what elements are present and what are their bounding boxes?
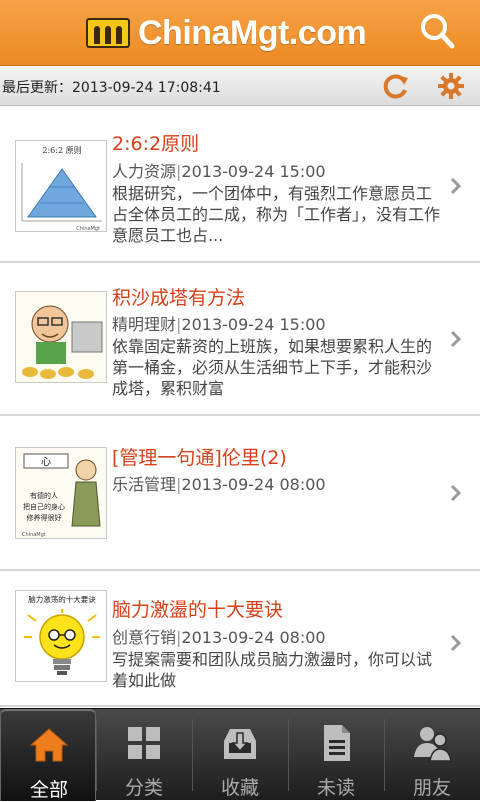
inbox-icon bbox=[224, 729, 256, 759]
refresh-button[interactable] bbox=[382, 72, 410, 100]
chevron-right-icon bbox=[450, 634, 462, 652]
article-category: 精明理财 bbox=[112, 315, 177, 334]
article-category: 人力资源 bbox=[112, 162, 177, 181]
gear-icon bbox=[438, 73, 464, 99]
article-meta: 创意行销|2013-09-24 08:00 bbox=[112, 628, 326, 647]
tab-all[interactable]: 全部 bbox=[0, 709, 96, 801]
article-summary: 根据研究，一个团体中，有强烈工作意愿员工占全体员工的二成，称为「工作者」，没有工… bbox=[112, 184, 441, 245]
article-summary: 依靠固定薪资的上班族，如果想要累积人生的第一桶金，必须从生活细节上下手，才能积沙… bbox=[112, 337, 433, 398]
settings-button[interactable] bbox=[437, 72, 465, 100]
pyramid-diagram-image: 2:6:2 原则 ChinaMgt bbox=[21, 145, 102, 232]
tab-label: 未读 bbox=[316, 777, 355, 799]
article-title: 2:6:2原则 bbox=[112, 133, 200, 155]
logo-text: ChinaMgt.com bbox=[138, 13, 367, 52]
app-logo: ChinaMgt.com bbox=[86, 12, 367, 54]
article-time: 2013-09-24 15:00 bbox=[181, 162, 326, 181]
people-icon bbox=[414, 727, 452, 762]
article-item[interactable]: 2:6:2 原则 ChinaMgt 2:6:2原则 人力资源|2013-09-2… bbox=[0, 107, 480, 263]
article-thumbnail: 脑力激荡的十大要诀 bbox=[15, 590, 107, 682]
home-icon bbox=[29, 728, 69, 762]
grid-icon bbox=[128, 727, 160, 759]
chevron-right-icon bbox=[450, 177, 462, 195]
logo-people-icon bbox=[86, 18, 130, 48]
thumb-caption: 2:6:2 原则 bbox=[42, 145, 81, 155]
article-category: 创意行销 bbox=[112, 628, 177, 647]
last-update-text: 最后更新：2013-09-24 17:08:41 bbox=[2, 80, 221, 96]
thumb-line2: 把自己的身心 bbox=[23, 502, 65, 511]
chevron-right-icon bbox=[450, 484, 462, 502]
document-icon bbox=[324, 725, 350, 761]
article-category: 乐活管理 bbox=[112, 475, 177, 494]
app-header: ChinaMgt.com bbox=[0, 0, 480, 66]
article-time: 2013-09-24 08:00 bbox=[181, 475, 326, 494]
article-item[interactable]: 脑力激荡的十大要诀 脑力激盪的十大要诀 创意行销|2013-09-24 08:0… bbox=[0, 571, 480, 707]
tab-label: 分类 bbox=[124, 777, 163, 799]
tab-unread[interactable]: 未读 bbox=[288, 709, 384, 801]
thumb-char: 心 bbox=[41, 456, 51, 468]
refresh-icon bbox=[383, 74, 408, 99]
article-thumbnail: 2:6:2 原则 ChinaMgt bbox=[15, 140, 107, 232]
tab-label: 朋友 bbox=[412, 777, 451, 799]
article-meta: 乐活管理|2013-09-24 08:00 bbox=[112, 475, 326, 494]
tab-friends[interactable]: 朋友 bbox=[384, 709, 480, 801]
chevron-right-icon bbox=[450, 330, 462, 348]
article-item[interactable]: 积沙成塔有方法 精明理财|2013-09-24 15:00 依靠固定薪资的上班族… bbox=[0, 263, 480, 416]
article-item[interactable]: 心 有德的人 把自己的身心 修养得很好 ChinaMgt [管理一句通]伦里(2… bbox=[0, 416, 480, 571]
tab-category[interactable]: 分类 bbox=[96, 709, 192, 801]
tab-favorites[interactable]: 收藏 bbox=[192, 709, 288, 801]
article-thumbnail bbox=[15, 291, 107, 383]
article-meta: 人力资源|2013-09-24 15:00 bbox=[112, 162, 326, 181]
article-list: 2:6:2 原则 ChinaMgt 2:6:2原则 人力资源|2013-09-2… bbox=[0, 107, 480, 707]
update-status-bar: 最后更新：2013-09-24 17:08:41 bbox=[0, 66, 480, 106]
tab-label: 收藏 bbox=[220, 777, 259, 799]
sage-illustration-image: 心 有德的人 把自己的身心 修养得很好 ChinaMgt bbox=[16, 448, 106, 538]
search-button[interactable] bbox=[416, 10, 460, 54]
thumb-caption: 脑力激荡的十大要诀 bbox=[28, 594, 96, 604]
thumb-logo: ChinaMgt bbox=[76, 226, 100, 232]
lightbulb-image: 脑力激荡的十大要诀 bbox=[16, 591, 106, 681]
article-time: 2013-09-24 08:00 bbox=[181, 628, 326, 647]
article-title: [管理一句通]伦里(2) bbox=[112, 447, 287, 469]
article-title: 积沙成塔有方法 bbox=[112, 287, 246, 309]
article-title: 脑力激盪的十大要诀 bbox=[112, 599, 284, 621]
article-meta: 精明理财|2013-09-24 15:00 bbox=[112, 315, 326, 334]
bottom-tab-bar: 全部 分类 收藏 未读 朋友 bbox=[0, 708, 480, 801]
thumb-line3: 修养得很好 bbox=[27, 513, 62, 522]
cartoon-saver-image bbox=[16, 292, 106, 382]
thumb-logo: ChinaMgt bbox=[22, 532, 46, 538]
tab-label: 全部 bbox=[29, 779, 68, 801]
article-time: 2013-09-24 15:00 bbox=[181, 315, 326, 334]
article-thumbnail: 心 有德的人 把自己的身心 修养得很好 ChinaMgt bbox=[15, 447, 107, 539]
thumb-line1: 有德的人 bbox=[30, 491, 58, 500]
article-summary: 写提案需要和团队成员脑力激盪时，你可以试着如此做 bbox=[112, 650, 433, 690]
search-icon bbox=[421, 14, 455, 49]
